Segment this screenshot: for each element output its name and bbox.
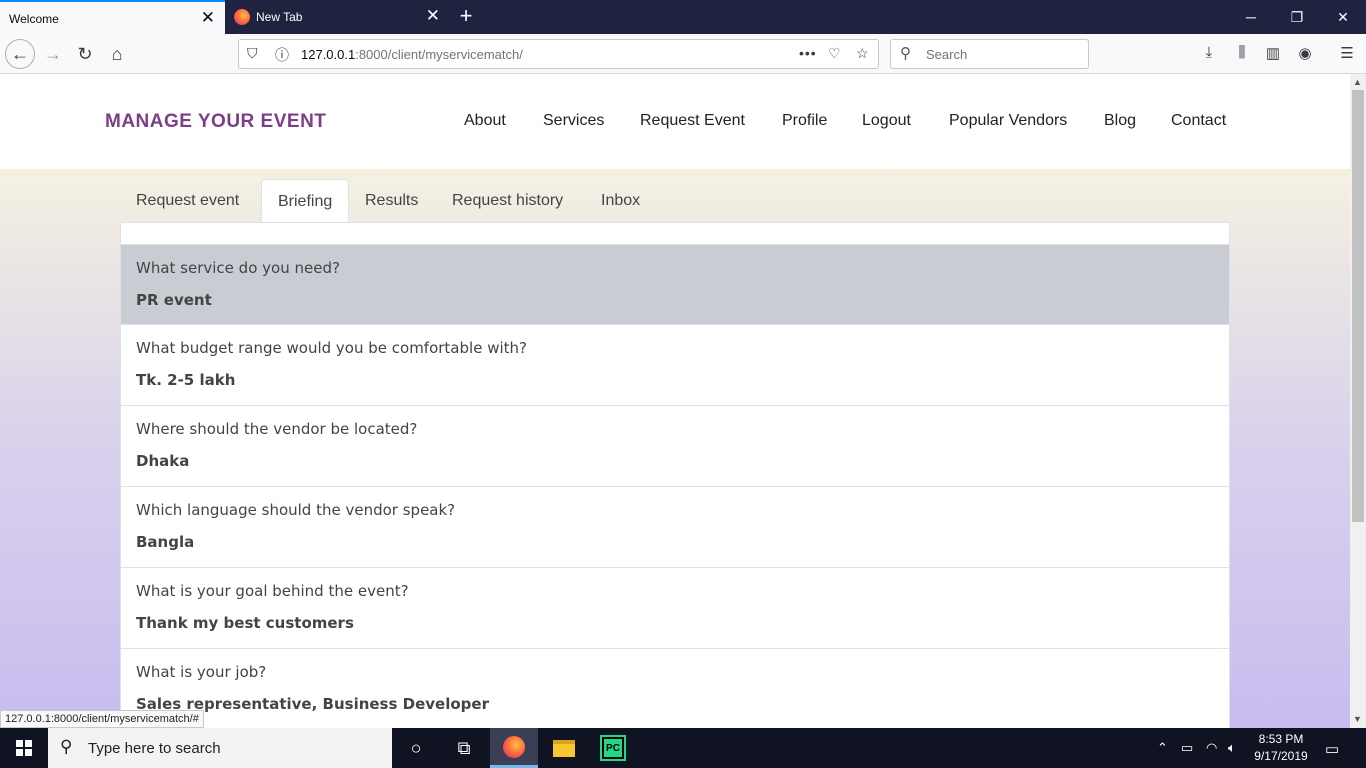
briefing-panel: What service do you need? PR event What … [120, 222, 1230, 728]
site-brand[interactable]: MANAGE YOUR EVENT [105, 111, 326, 133]
briefing-question: What budget range would you be comfortab… [136, 339, 527, 357]
wifi-icon[interactable]: ◠ [1206, 740, 1217, 756]
url-bar[interactable]: ⛉ ⓘ 127.0.0.1:8000/client/myservicematch… [238, 39, 879, 69]
nav-logout[interactable]: Logout [862, 112, 911, 130]
scroll-up-icon[interactable]: ▲ [1353, 77, 1362, 87]
scrollbar-thumb[interactable] [1352, 90, 1364, 522]
briefing-item[interactable]: Where should the vendor be located? Dhak… [121, 406, 1229, 487]
briefing-question: Which language should the vendor speak? [136, 501, 456, 519]
briefing-question: What service do you need? [136, 259, 340, 277]
downloads-icon[interactable]: ⤓ [1199, 44, 1219, 64]
briefing-answer: Tk. 2-5 lakh [136, 371, 236, 389]
nav-contact[interactable]: Contact [1171, 112, 1226, 130]
start-button[interactable] [0, 728, 48, 768]
file-explorer-icon[interactable] [540, 728, 588, 768]
clock-time: 8:53 PM [1258, 732, 1304, 746]
firefox-icon [234, 9, 250, 25]
sidebar-icon[interactable]: ▥ [1263, 44, 1283, 64]
taskbar-clock[interactable]: 8:53 PM 9/17/2019 [1250, 731, 1312, 765]
nav-services[interactable]: Services [543, 112, 604, 130]
battery-icon[interactable]: ▭ [1181, 740, 1193, 756]
close-tab-icon[interactable]: ✕ [201, 9, 215, 27]
firefox-taskbar-icon[interactable] [490, 728, 538, 768]
browser-toolbar: ← → ↻ ⌂ ⛉ ⓘ 127.0.0.1:8000/client/myserv… [0, 34, 1366, 74]
home-icon[interactable]: ⌂ [102, 39, 132, 69]
taskbar: ⚲ Type here to search ○ ⧉ PC ⌃ ▭ ◠ 🔈︎ 8:… [0, 728, 1366, 768]
minimize-icon[interactable]: ─ [1228, 0, 1274, 34]
briefing-item[interactable]: Which language should the vendor speak? … [121, 487, 1229, 568]
nav-blog[interactable]: Blog [1104, 112, 1136, 130]
pocket-icon[interactable]: ♡ [828, 45, 841, 62]
shield-icon[interactable]: ⛉ [247, 45, 258, 62]
task-view-icon[interactable]: ⧉ [440, 728, 488, 768]
status-link-preview: 127.0.0.1:8000/client/myservicematch/# [0, 710, 204, 728]
tab-title: New Tab [256, 10, 303, 24]
account-icon[interactable]: ◉ [1295, 44, 1315, 64]
briefing-question: What is your goal behind the event? [136, 582, 409, 600]
nav-about[interactable]: About [464, 112, 506, 130]
briefing-item[interactable]: What budget range would you be comfortab… [121, 325, 1229, 406]
tab-results[interactable]: Results [349, 179, 434, 223]
page-viewport: MANAGE YOUR EVENT About Services Request… [0, 74, 1350, 728]
tab-inbox[interactable]: Inbox [585, 179, 656, 223]
menu-icon[interactable]: ☰ [1337, 44, 1357, 64]
briefing-answer: Bangla [136, 533, 195, 551]
briefing-question: What is your job? [136, 663, 267, 681]
briefing-answer: Thank my best customers [136, 614, 354, 632]
windows-logo-icon [16, 740, 32, 756]
tab-request-history[interactable]: Request history [436, 179, 579, 223]
tab-request-event[interactable]: Request event [120, 179, 255, 223]
page-scrollbar[interactable]: ▲ ▼ [1350, 74, 1366, 728]
tab-title: Welcome [9, 12, 59, 26]
new-tab-button[interactable]: + [455, 4, 477, 28]
scroll-down-icon[interactable]: ▼ [1353, 714, 1362, 724]
search-icon: ⚲ [60, 737, 73, 756]
browser-search-input[interactable]: ⚲ Search [890, 39, 1089, 69]
taskbar-search-placeholder: Type here to search [88, 740, 221, 757]
volume-icon[interactable]: 🔈︎ [1228, 740, 1236, 756]
chevron-up-icon[interactable]: ⌃ [1157, 740, 1168, 756]
page-actions-icon[interactable]: ••• [799, 45, 817, 61]
site-header: MANAGE YOUR EVENT About Services Request… [0, 74, 1350, 169]
briefing-answer: Dhaka [136, 452, 190, 470]
clock-date: 9/17/2019 [1254, 749, 1308, 763]
tab-briefing[interactable]: Briefing [261, 179, 350, 223]
reload-icon[interactable]: ↻ [70, 39, 100, 69]
bookmark-star-icon[interactable]: ☆ [856, 45, 869, 62]
library-icon[interactable]: ⫼ [1232, 44, 1252, 64]
close-window-icon[interactable]: ✕ [1320, 0, 1366, 34]
restore-icon[interactable]: ❐ [1274, 0, 1320, 34]
briefing-item[interactable]: What is your goal behind the event? Than… [121, 568, 1229, 649]
firefox-icon [503, 735, 525, 758]
nav-profile[interactable]: Profile [782, 112, 827, 130]
notifications-icon[interactable]: ▭ [1325, 740, 1339, 758]
browser-tab-strip: Welcome ✕ New Tab ✕ + ─ ❐ ✕ [0, 0, 1366, 34]
browser-tab-welcome[interactable]: Welcome ✕ [0, 0, 225, 34]
back-icon[interactable]: ← [5, 39, 35, 69]
search-icon: ⚲ [900, 45, 911, 62]
pycharm-icon[interactable]: PC [589, 728, 637, 768]
folder-icon [553, 739, 575, 757]
browser-tab-new-tab[interactable]: New Tab ✕ [225, 0, 450, 34]
briefing-question: Where should the vendor be located? [136, 420, 418, 438]
cortana-icon[interactable]: ○ [392, 728, 440, 768]
search-placeholder: Search [926, 47, 968, 62]
forward-icon[interactable]: → [38, 39, 68, 69]
briefing-answer: PR event [136, 291, 212, 309]
briefing-item[interactable]: What service do you need? PR event [121, 244, 1229, 325]
close-tab-icon[interactable]: ✕ [426, 7, 440, 25]
url-text[interactable]: 127.0.0.1:8000/client/myservicematch/ [301, 47, 523, 62]
nav-request-event[interactable]: Request Event [640, 112, 745, 130]
taskbar-search-input[interactable]: ⚲ Type here to search [48, 728, 392, 768]
pycharm-logo-icon: PC [600, 735, 626, 761]
briefing-item[interactable]: What is your job? Sales representative, … [121, 649, 1229, 728]
nav-popular-vendors[interactable]: Popular Vendors [949, 112, 1067, 130]
site-info-icon[interactable]: ⓘ [275, 45, 289, 65]
